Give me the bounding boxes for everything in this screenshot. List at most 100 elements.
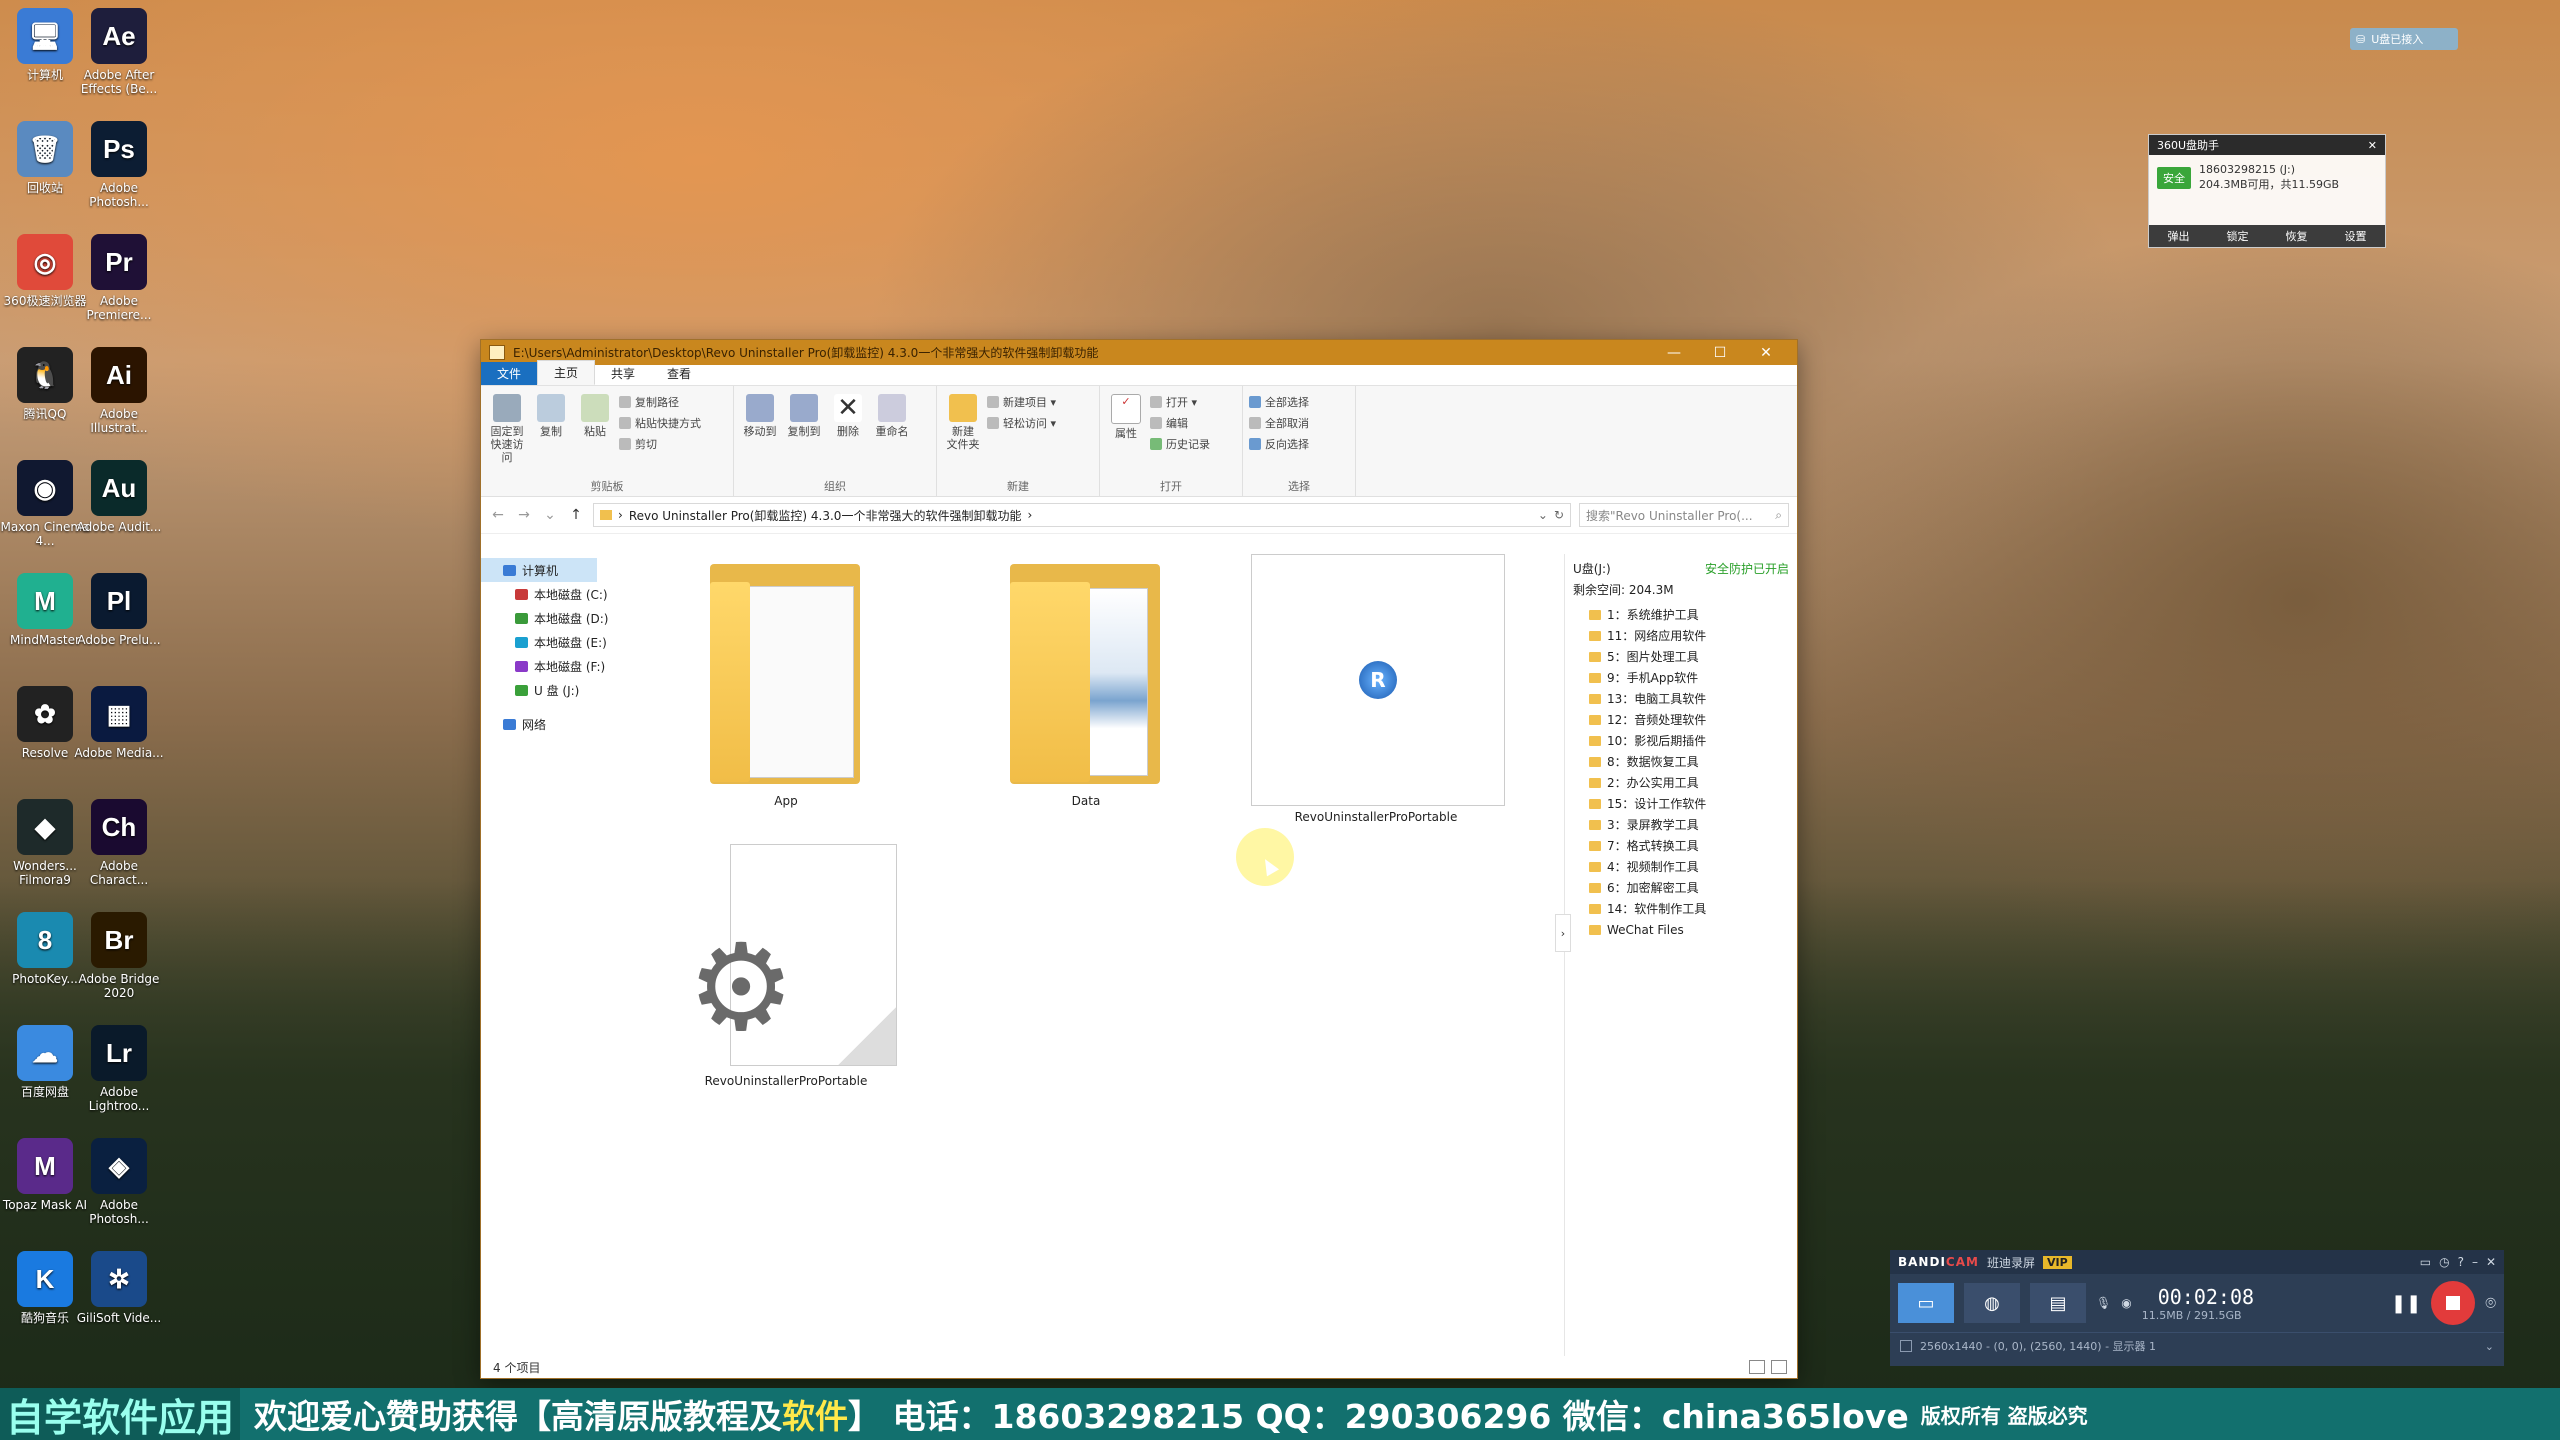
delete-button[interactable]: ✕ 删除 (828, 390, 868, 438)
back-arrow-icon[interactable]: ← (489, 507, 507, 523)
ribbon-tab[interactable]: 查看 (651, 362, 707, 385)
eject-button[interactable]: 弹出 (2168, 228, 2190, 244)
usb-folder-item[interactable]: 8：数据恢复工具 (1565, 751, 1797, 772)
minimize-button[interactable]: — (1651, 345, 1697, 361)
usb-folder-item[interactable]: 7：格式转换工具 (1565, 835, 1797, 856)
copy-path-button[interactable]: 复制路径 (619, 394, 701, 410)
usb-folder-item[interactable]: 13：电脑工具软件 (1565, 688, 1797, 709)
file-item-data[interactable]: Data (961, 564, 1211, 808)
chevron-down-icon[interactable]: ⌄ (1538, 508, 1548, 522)
restore-button[interactable]: 恢复 (2286, 228, 2308, 244)
rename-button[interactable]: 重命名 (872, 390, 912, 438)
details-view-icon[interactable] (1749, 1360, 1765, 1374)
usb-folder-item[interactable]: 10：影视后期插件 (1565, 730, 1797, 751)
cut-button[interactable]: 剪切 (619, 436, 701, 452)
usb-folder-item[interactable]: 5：图片处理工具 (1565, 646, 1797, 667)
nav-item[interactable]: 本地磁盘 (F:) (481, 654, 621, 678)
edit-button[interactable]: 编辑 (1150, 415, 1210, 431)
nav-item[interactable]: 本地磁盘 (D:) (481, 606, 621, 630)
lock-button[interactable]: 锁定 (2227, 228, 2249, 244)
ribbon-tab[interactable]: 共享 (595, 362, 651, 385)
banner-copyright: 版权所有 盗版必究 (1920, 1403, 2088, 1428)
camera-icon[interactable]: ⌾ (2485, 1293, 2496, 1314)
desktop-icon[interactable]: Au Adobe Audit... (74, 460, 164, 534)
character-animator-icon: Ch (91, 799, 147, 855)
paste-shortcut-button[interactable]: 粘贴快捷方式 (619, 415, 701, 431)
desktop-icon[interactable]: ✲ GiliSoft Vide... (74, 1251, 164, 1325)
up-arrow-icon[interactable]: ↑ (567, 507, 585, 523)
usb-folder-item[interactable]: 4：视频制作工具 (1565, 856, 1797, 877)
folder-icon[interactable]: ▭ (2420, 1255, 2431, 1269)
pause-icon[interactable]: ❚❚ (2391, 1293, 2421, 1314)
webcam-icon[interactable]: ◉ (2121, 1296, 2131, 1310)
usb-folder-item[interactable]: 3：录屏教学工具 (1565, 814, 1797, 835)
help-icon[interactable]: ? (2458, 1255, 2464, 1269)
refresh-icon[interactable]: ↻ (1554, 508, 1564, 522)
close-icon[interactable]: ✕ (2368, 139, 2377, 152)
desktop-icon[interactable]: ◈ Adobe Photosh... (74, 1138, 164, 1226)
usb-folder-item[interactable]: 1：系统维护工具 (1565, 604, 1797, 625)
new-item-button[interactable]: 新建项目 ▾ (987, 394, 1056, 410)
file-item-revo-config[interactable]: ⚙ RevoUninstallerProPortable (661, 844, 911, 1088)
nav-item[interactable]: U 盘 (J:) (481, 678, 621, 702)
usb-folder-item[interactable]: 12：音频处理软件 (1565, 709, 1797, 730)
close-button[interactable]: ✕ (1743, 345, 1789, 361)
copy-to-button[interactable]: 复制到 (784, 390, 824, 438)
search-input[interactable]: 搜索"Revo Uninstaller Pro(... ⌕ (1579, 503, 1789, 527)
game-mode-button[interactable]: ◍ (1964, 1283, 2020, 1323)
usb-folder-item[interactable]: 2：办公实用工具 (1565, 772, 1797, 793)
nav-item[interactable]: 计算机 (481, 558, 597, 582)
properties-button[interactable]: ✓ 属性 (1106, 390, 1146, 452)
nav-item[interactable]: 本地磁盘 (C:) (481, 582, 621, 606)
minimize-icon[interactable]: – (2472, 1255, 2478, 1269)
desktop-icon[interactable]: Pl Adobe Prelu... (74, 573, 164, 647)
move-to-button[interactable]: 移动到 (740, 390, 780, 438)
file-item-app[interactable]: App (661, 564, 911, 808)
device-mode-button[interactable]: ▤ (2030, 1283, 2086, 1323)
invert-selection-button[interactable]: 反向选择 (1249, 436, 1349, 452)
usb-folder-item[interactable]: 11：网络应用软件 (1565, 625, 1797, 646)
paste-button[interactable]: 粘贴 (575, 390, 615, 464)
usb-folder-item[interactable]: WeChat Files (1565, 919, 1797, 940)
history-button[interactable]: 历史记录 (1150, 436, 1210, 452)
screen-mode-button[interactable]: ▭ (1898, 1283, 1954, 1323)
pin-quick-access-button[interactable]: 固定到快速访问 (487, 390, 527, 464)
ribbon-tab[interactable]: 主页 (537, 360, 596, 385)
desktop-icon[interactable]: ▦ Adobe Media... (74, 686, 164, 760)
large-icons-view-icon[interactable] (1771, 1360, 1787, 1374)
usb-folder-item[interactable]: 9：手机App软件 (1565, 667, 1797, 688)
recent-chevron-icon[interactable]: ⌄ (541, 507, 559, 523)
nav-item[interactable]: 网络 (481, 712, 621, 736)
desktop-icon[interactable]: Ps Adobe Photosh... (74, 121, 164, 209)
settings-button[interactable]: 设置 (2345, 228, 2367, 244)
chevron-down-icon[interactable]: ⌄ (2485, 1340, 2494, 1353)
maximize-button[interactable]: ☐ (1697, 345, 1743, 361)
easy-access-button[interactable]: 轻松访问 ▾ (987, 415, 1056, 431)
path-field[interactable]: › Revo Uninstaller Pro(卸载监控) 4.3.0一个非常强大… (593, 503, 1571, 527)
new-folder-button[interactable]: 新建 文件夹 (943, 390, 983, 451)
clock-icon[interactable]: ◷ (2439, 1255, 2449, 1269)
select-all-button[interactable]: 全部选择 (1249, 394, 1349, 410)
chevron-right-icon[interactable]: › (1555, 914, 1571, 952)
open-button[interactable]: 打开 ▾ (1150, 394, 1210, 410)
desktop-icon[interactable]: Lr Adobe Lightroo... (74, 1025, 164, 1113)
usb-folder-item[interactable]: 15：设计工作软件 (1565, 793, 1797, 814)
usb-folder-item[interactable]: 6：加密解密工具 (1565, 877, 1797, 898)
desktop-icon[interactable]: Ai Adobe Illustrat... (74, 347, 164, 435)
ribbon-tab[interactable]: 文件 (481, 362, 538, 385)
usb-tray-indicator[interactable]: ⛁ U盘已接入 (2350, 28, 2458, 50)
microphone-icon[interactable]: 🎙 (2096, 1296, 2111, 1310)
region-icon[interactable] (1900, 1340, 1912, 1352)
desktop-icon[interactable]: Ch Adobe Charact... (74, 799, 164, 887)
copy-button[interactable]: 复制 (531, 390, 571, 464)
forward-arrow-icon[interactable]: → (515, 507, 533, 523)
usb-folder-item[interactable]: 14：软件制作工具 (1565, 898, 1797, 919)
desktop-icon[interactable]: Ae Adobe After Effects (Be... (74, 8, 164, 96)
nav-item[interactable]: 本地磁盘 (E:) (481, 630, 621, 654)
select-none-button[interactable]: 全部取消 (1249, 415, 1349, 431)
close-icon[interactable]: ✕ (2486, 1255, 2496, 1269)
desktop-icon[interactable]: Pr Adobe Premiere... (74, 234, 164, 322)
file-item-revo-exe[interactable]: R RevoUninstallerProPortable (1251, 554, 1505, 824)
stop-record-button[interactable] (2431, 1281, 2476, 1325)
desktop-icon[interactable]: Br Adobe Bridge 2020 (74, 912, 164, 1000)
